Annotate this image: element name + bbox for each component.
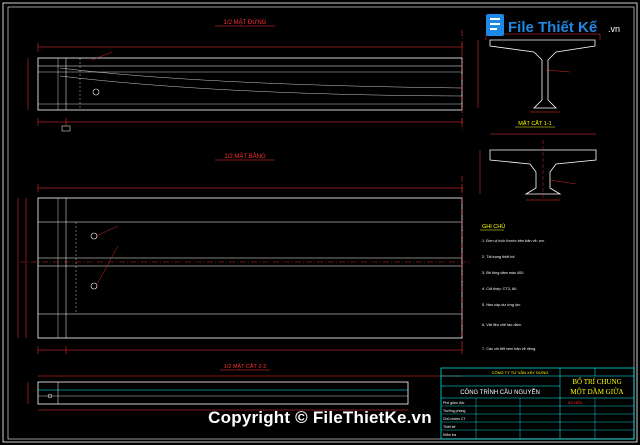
notes-title: GHI CHÚ <box>482 223 505 230</box>
brand-icon: File Thiết Kế .vn <box>486 14 620 36</box>
tb-title-line1: BỐ TRÍ CHUNG <box>572 378 621 386</box>
tb-drawing-number: SỐ HIỆU <box>568 400 583 405</box>
note-4: 4. Cốt thép: CT3, AII. <box>482 287 517 291</box>
note-1: 1. Đơn vị kích thước trên bản vẽ: cm. <box>482 239 545 243</box>
note-2: 2. Tải trọng thiết kế. <box>482 255 516 259</box>
copyright-watermark: Copyright © FileThietKe.vn <box>208 408 432 427</box>
tb-company: CÔNG TY TƯ VẤN XÂY DỰNG <box>492 370 549 375</box>
tb-title-line2: MỘT DẦM GIỮA <box>570 388 623 396</box>
elevation-title: 1/2 MẶT ĐỨNG <box>224 19 267 26</box>
notes-block: GHI CHÚ 1. Đơn vị kích thước trên bản vẽ… <box>480 223 545 351</box>
note-6: 6. Vật liệu chế tạo dầm. <box>482 323 522 327</box>
elevation-view: 1/2 MẶT ĐỨNG <box>27 19 463 132</box>
logo-suffix: .vn <box>608 24 620 34</box>
section-title: MẶT CẮT 1-1 <box>518 119 551 127</box>
watermark-logo: File Thiết Kế .vn <box>484 8 634 42</box>
cross-section-mid: MẶT CẮT 1-1 <box>479 119 597 201</box>
note-3: 3. Bê tông dầm mác 400. <box>482 271 524 275</box>
note-7: 7. Các chi tiết xem bản vẽ riêng. <box>482 347 536 351</box>
logo-text: File Thiết Kế <box>508 19 598 36</box>
tb-project: CÔNG TRÌNH CẦU NGUYỄN <box>460 389 540 396</box>
cad-drawing: 1/2 MẶT ĐỨNG MẶT CẮT 1-1 1/2 MẶT BẰNG GH… <box>2 2 638 443</box>
tb-row-1: Phó giám đốc <box>443 401 465 405</box>
bottom-section-title: 1/2 MẶT CẮT 2-2 <box>224 362 267 370</box>
note-5: 5. Neo cáp dự ứng lực. <box>482 303 521 307</box>
bottom-section-view: 1/2 MẶT CẮT 2-2 <box>27 362 462 411</box>
cross-section-top <box>477 33 601 113</box>
plan-title: 1/2 MẶT BẰNG <box>224 152 266 160</box>
plan-view: 1/2 MẶT BẰNG <box>17 152 470 354</box>
